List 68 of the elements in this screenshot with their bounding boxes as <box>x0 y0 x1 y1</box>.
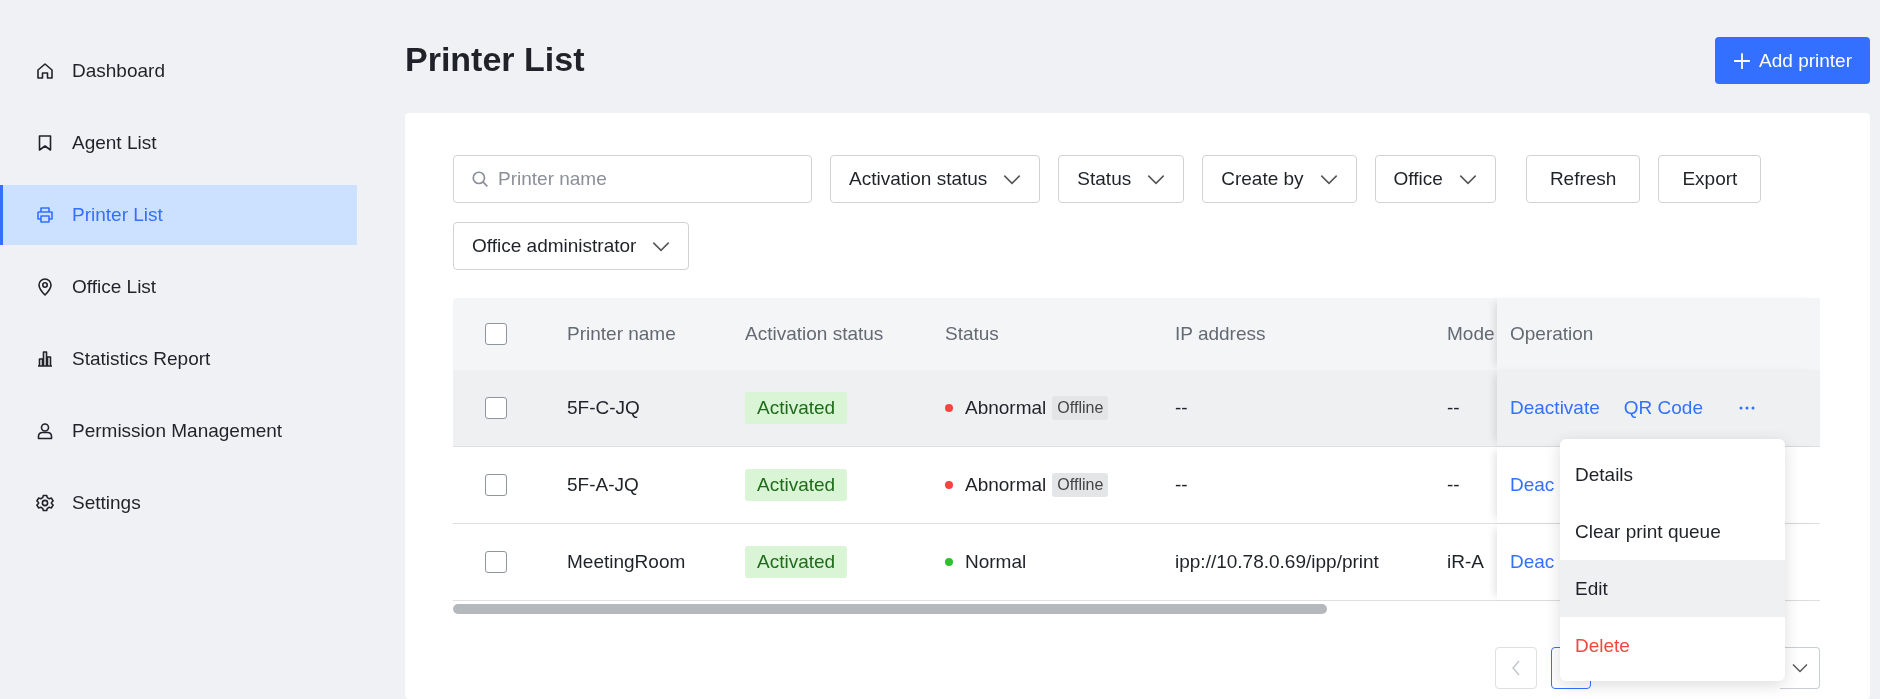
operation-link[interactable]: Deactivate <box>1510 397 1600 419</box>
checkbox[interactable] <box>485 323 507 345</box>
add-printer-button[interactable]: Add printer <box>1715 37 1870 84</box>
person-icon <box>35 421 55 441</box>
chevron-down-icon <box>1458 173 1477 185</box>
chevron-down-icon <box>1003 173 1022 185</box>
status-text: Abnormal <box>965 397 1047 419</box>
operation-link[interactable]: Deac <box>1510 474 1555 496</box>
table-cell: -- <box>1447 397 1460 419</box>
chevron-left-icon <box>1511 660 1521 676</box>
column-header: IP address <box>1175 323 1266 345</box>
filter-dropdown[interactable]: Status <box>1058 155 1185 203</box>
table-cell: iR-A <box>1447 551 1484 573</box>
column-header: Status <box>945 323 999 345</box>
menu-item[interactable]: Edit <box>1560 560 1785 617</box>
operation-link[interactable]: QR Code <box>1623 397 1703 419</box>
bar-chart-icon <box>35 349 55 369</box>
table-cell: -- <box>1175 397 1188 419</box>
column-header: Printer name <box>567 323 676 345</box>
sidebar-item[interactable]: Agent List <box>0 107 357 179</box>
sidebar-item[interactable]: Statistics Report <box>0 323 357 395</box>
checkbox[interactable] <box>485 474 507 496</box>
filter-dropdown[interactable]: Office administrator <box>453 222 690 270</box>
activation-tag: Activated <box>745 392 848 424</box>
table-cell: 5F-A-JQ <box>567 474 639 496</box>
sidebar-item[interactable]: Office List <box>0 251 357 323</box>
home-icon <box>35 61 55 81</box>
chevron-down-icon <box>1147 173 1166 185</box>
table-cell: ipp://10.78.0.69/ipp/print <box>1175 551 1379 573</box>
column-header: Activation status <box>745 323 884 345</box>
filter-dropdown[interactable]: Create by <box>1202 155 1357 203</box>
status-text: Normal <box>965 551 1027 573</box>
filter-dropdown[interactable]: Activation status <box>830 155 1041 203</box>
status-text: Abnormal <box>965 474 1047 496</box>
menu-item[interactable]: Clear print queue <box>1560 503 1785 560</box>
scrollbar[interactable] <box>453 604 1327 614</box>
page-title: Printer List <box>405 40 585 79</box>
chevron-down-icon <box>1791 663 1808 673</box>
table-cell: -- <box>1447 474 1460 496</box>
toolbar-button[interactable]: Refresh <box>1525 155 1641 203</box>
sidebar-item[interactable]: Settings <box>0 467 357 539</box>
status-tag: Offline <box>1052 396 1109 420</box>
plus-icon <box>1733 51 1752 70</box>
table-cell: 5F-C-JQ <box>567 397 640 419</box>
search-icon <box>471 170 489 188</box>
status-tag: Offline <box>1052 473 1109 497</box>
chevron-down-icon <box>1319 173 1338 185</box>
more-icon[interactable] <box>1739 406 1755 410</box>
operation-link[interactable]: Deac <box>1510 551 1555 573</box>
table-cell: MeetingRoom <box>567 551 686 573</box>
settings-icon <box>35 493 55 513</box>
table-cell: -- <box>1175 474 1188 496</box>
location-pin-icon <box>35 277 55 297</box>
column-header: Operation <box>1510 323 1594 345</box>
filter-dropdown[interactable]: Office <box>1374 155 1496 203</box>
search-field[interactable]: Printer name <box>453 155 812 203</box>
menu-item[interactable]: Delete <box>1560 617 1785 674</box>
activation-tag: Activated <box>745 469 848 501</box>
checkbox[interactable] <box>485 397 507 419</box>
checkbox[interactable] <box>485 551 507 573</box>
printer-icon <box>35 205 55 225</box>
toolbar-button[interactable]: Export <box>1658 155 1762 203</box>
activation-tag: Activated <box>745 546 848 578</box>
sidebar-item[interactable]: Dashboard <box>0 35 357 107</box>
sidebar-item[interactable]: Permission Management <box>0 395 357 467</box>
menu-item[interactable]: Details <box>1560 446 1785 503</box>
chevron-down-icon <box>652 240 671 252</box>
column-header: Mode <box>1447 323 1495 345</box>
